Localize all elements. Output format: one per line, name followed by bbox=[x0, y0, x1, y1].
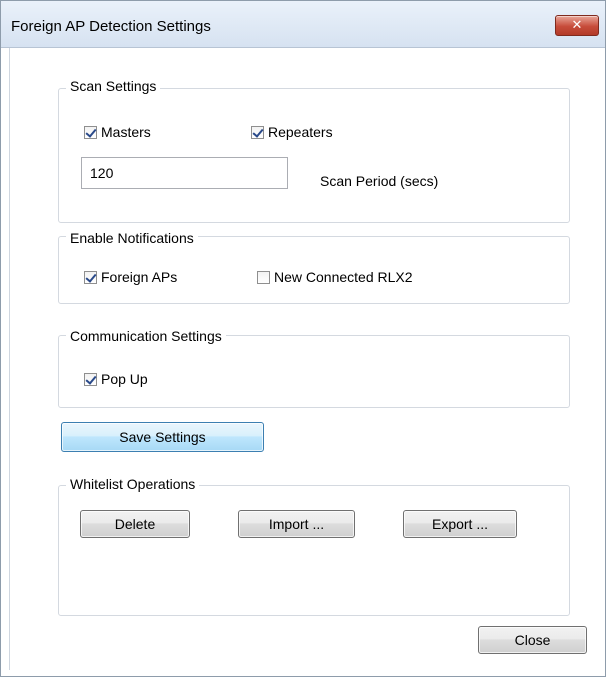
repeaters-checkbox[interactable]: Repeaters bbox=[251, 124, 333, 140]
scan-settings-label: Scan Settings bbox=[66, 78, 161, 94]
foreign-aps-checkbox-box[interactable] bbox=[84, 270, 97, 284]
whitelist-group bbox=[58, 485, 570, 616]
close-button[interactable]: Close bbox=[478, 626, 587, 654]
scan-period-label: Scan Period (secs) bbox=[320, 173, 439, 189]
pop-up-checkbox[interactable]: Pop Up bbox=[84, 371, 148, 387]
window-close-icon[interactable]: ✕ bbox=[555, 15, 599, 36]
delete-button[interactable]: Delete bbox=[80, 510, 190, 538]
dialog-body: Scan Settings Masters Repeaters 120 Scan… bbox=[9, 48, 602, 670]
whitelist-label: Whitelist Operations bbox=[66, 476, 200, 492]
scan-settings-group bbox=[58, 88, 570, 223]
notifications-label: Enable Notifications bbox=[66, 230, 198, 246]
masters-label: Masters bbox=[101, 124, 151, 140]
pop-up-checkbox-box[interactable] bbox=[84, 372, 97, 386]
communication-label: Communication Settings bbox=[66, 328, 226, 344]
import-button[interactable]: Import ... bbox=[238, 510, 355, 538]
new-connected-checkbox[interactable]: New Connected RLX2 bbox=[257, 269, 413, 285]
foreign-aps-checkbox[interactable]: Foreign APs bbox=[84, 269, 177, 285]
repeaters-checkbox-box[interactable] bbox=[251, 125, 264, 139]
repeaters-label: Repeaters bbox=[268, 124, 333, 140]
new-connected-label: New Connected RLX2 bbox=[274, 269, 413, 285]
new-connected-checkbox-box[interactable] bbox=[257, 270, 270, 284]
pop-up-label: Pop Up bbox=[101, 371, 148, 387]
window-title: Foreign AP Detection Settings bbox=[11, 18, 211, 35]
title-bar[interactable]: Foreign AP Detection Settings ✕ bbox=[1, 1, 605, 48]
masters-checkbox[interactable]: Masters bbox=[84, 124, 151, 140]
scan-period-input[interactable]: 120 bbox=[81, 157, 288, 189]
dialog-window: Foreign AP Detection Settings ✕ Scan Set… bbox=[0, 0, 606, 677]
export-button[interactable]: Export ... bbox=[403, 510, 517, 538]
foreign-aps-label: Foreign APs bbox=[101, 269, 178, 285]
masters-checkbox-box[interactable] bbox=[84, 125, 97, 139]
save-settings-button[interactable]: Save Settings bbox=[61, 422, 264, 452]
